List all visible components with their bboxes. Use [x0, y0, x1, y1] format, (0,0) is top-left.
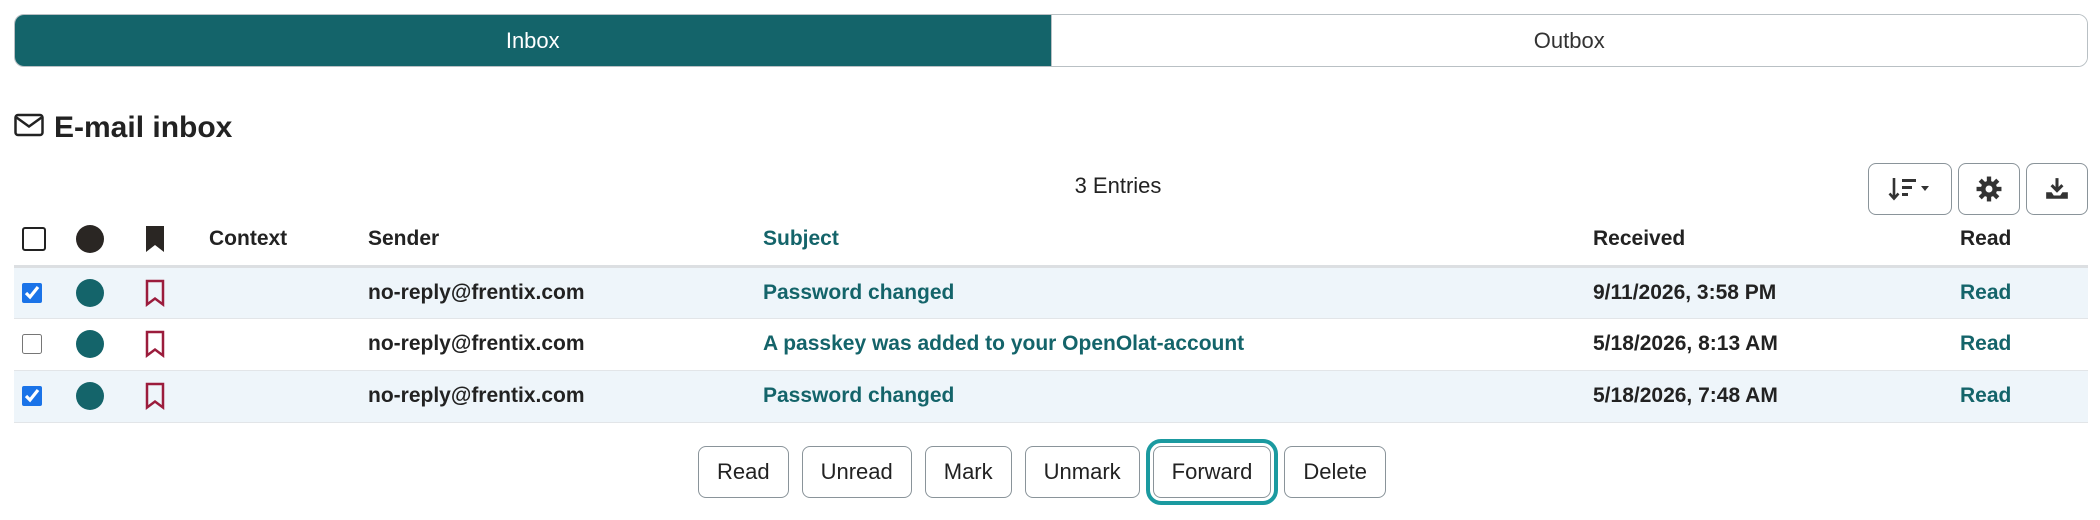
table-header-row: Context Sender Subject Received Read — [14, 214, 2088, 268]
page-title-text: E-mail inbox — [54, 111, 233, 144]
header-context[interactable]: Context — [209, 214, 368, 268]
download-icon — [2044, 176, 2070, 202]
tab-inbox[interactable]: Inbox — [15, 15, 1051, 66]
row-sender: no-reply@frentix.com — [368, 318, 763, 371]
mailbox-tabs: Inbox Outbox — [14, 14, 2088, 67]
table-row[interactable]: no-reply@frentix.com A passkey was added… — [14, 318, 2088, 371]
row-context — [209, 370, 368, 423]
header-read[interactable]: Read — [1960, 214, 2088, 268]
bookmark-outline-icon[interactable] — [144, 382, 166, 410]
entries-count: 3 Entries — [1074, 173, 1162, 198]
gear-icon — [1976, 176, 2002, 202]
unread-button[interactable]: Unread — [801, 446, 912, 498]
status-dot-icon — [76, 225, 104, 254]
row-received: 5/18/2026, 7:48 AM — [1593, 370, 1960, 423]
header-status — [76, 214, 144, 268]
read-status-icon[interactable] — [76, 330, 104, 358]
header-received[interactable]: Received — [1593, 214, 1960, 268]
row-received: 5/18/2026, 8:13 AM — [1593, 318, 1960, 371]
forward-button[interactable]: Forward — [1145, 439, 1279, 505]
row-select-checkbox[interactable] — [22, 334, 42, 355]
sort-descending-icon — [1888, 176, 1932, 202]
unmark-button[interactable]: Unmark — [1024, 446, 1140, 498]
download-button[interactable] — [2026, 163, 2088, 215]
tab-outbox[interactable]: Outbox — [1050, 15, 2087, 66]
mark-button[interactable]: Mark — [924, 446, 1012, 498]
bookmark-icon — [144, 226, 166, 253]
row-select-checkbox[interactable] — [22, 282, 42, 303]
select-all-checkbox[interactable] — [22, 227, 46, 252]
row-subject-link[interactable]: Password changed — [763, 281, 954, 304]
row-read-link[interactable]: Read — [1960, 332, 2011, 355]
row-select-checkbox[interactable] — [22, 386, 42, 407]
header-sender[interactable]: Sender — [368, 214, 763, 268]
header-select-all[interactable] — [14, 214, 76, 268]
header-marked — [144, 214, 209, 268]
row-read-link[interactable]: Read — [1960, 384, 2011, 407]
envelope-icon — [14, 111, 44, 145]
row-subject-link[interactable]: A passkey was added to your OpenOlat-acc… — [763, 332, 1244, 355]
read-status-icon[interactable] — [76, 382, 104, 410]
row-read-link[interactable]: Read — [1960, 281, 2011, 304]
row-sender: no-reply@frentix.com — [368, 266, 763, 319]
row-received: 9/11/2026, 3:58 PM — [1593, 266, 1960, 319]
read-status-icon[interactable] — [76, 278, 104, 307]
bookmark-outline-icon[interactable] — [144, 279, 166, 307]
mail-table: Context Sender Subject Received Read no-… — [14, 214, 2088, 423]
page-title: E-mail inbox — [14, 111, 232, 145]
table-row[interactable]: no-reply@frentix.com Password changed 9/… — [14, 266, 2088, 319]
header-subject[interactable]: Subject — [763, 214, 1593, 268]
settings-button[interactable] — [1958, 163, 2020, 215]
table-tools — [1868, 163, 2088, 215]
read-button[interactable]: Read — [698, 446, 789, 498]
table-row[interactable]: no-reply@frentix.com Password changed 5/… — [14, 370, 2088, 423]
row-context — [209, 318, 368, 371]
row-context — [209, 266, 368, 319]
row-subject-link[interactable]: Password changed — [763, 384, 954, 407]
row-sender: no-reply@frentix.com — [368, 370, 763, 423]
delete-button[interactable]: Delete — [1284, 446, 1386, 498]
sort-button[interactable] — [1868, 163, 1952, 215]
bookmark-outline-icon[interactable] — [144, 330, 166, 358]
